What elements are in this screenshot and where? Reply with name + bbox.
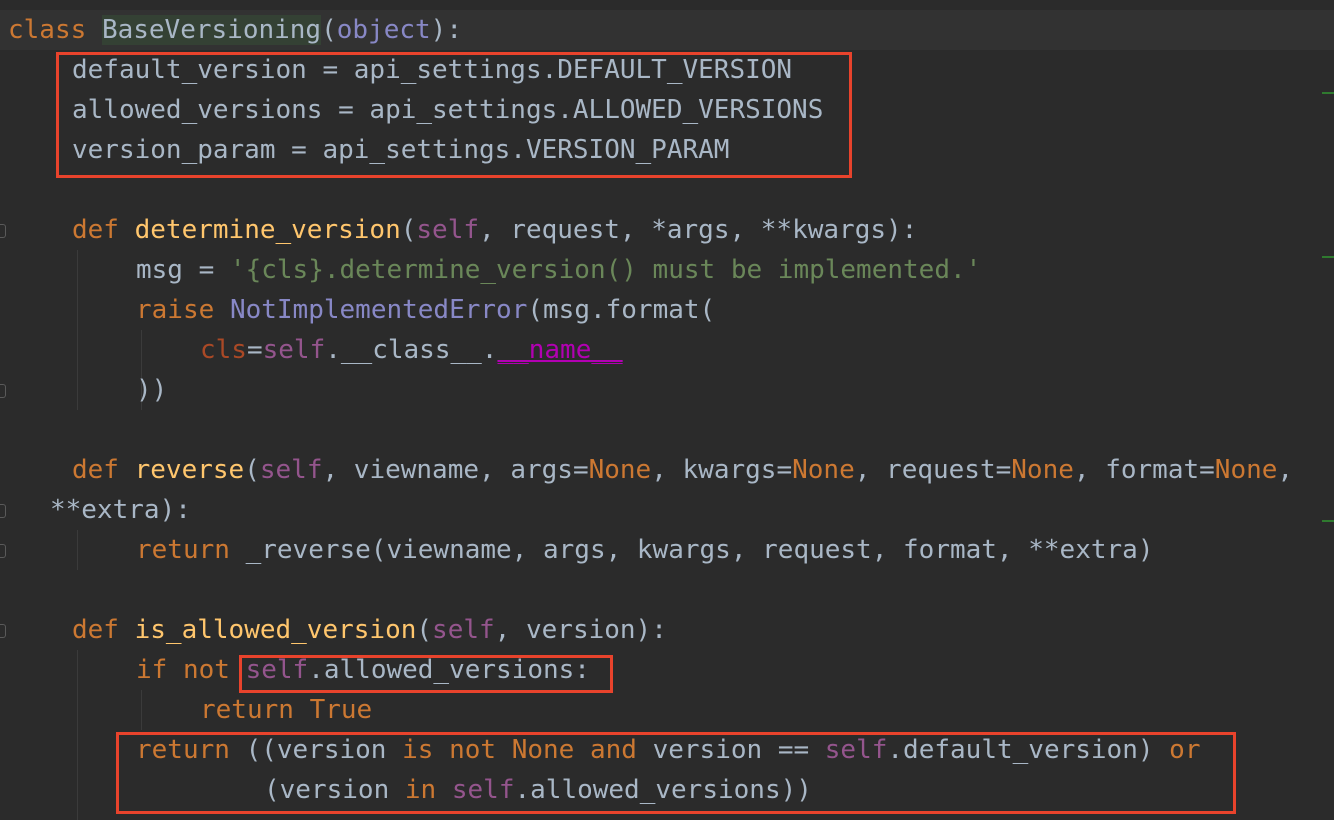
indent-guide — [77, 250, 78, 410]
function-name: is_allowed_version — [134, 615, 417, 645]
code-text: version == — [636, 735, 825, 765]
code-line: msg = '{cls}.determine_version() must be… — [136, 250, 981, 290]
code-line: allowed_versions = api_settings.ALLOWED_… — [72, 90, 823, 130]
attribute-allowed-versions: allowed_versions = api_settings.ALLOWED_… — [72, 95, 824, 125]
fold-marker-icon[interactable] — [0, 624, 6, 638]
code-text: _reverse(viewname, args, kwargs, request… — [229, 535, 1154, 565]
code-text: , — [1277, 455, 1294, 485]
fold-marker-icon[interactable] — [0, 504, 6, 518]
keyword: None — [511, 735, 575, 765]
code-line: return _reverse(viewname, args, kwargs, … — [136, 530, 1153, 570]
code-text: (msg.format( — [527, 295, 716, 325]
change-marker[interactable] — [1322, 92, 1334, 94]
keyword: return — [200, 695, 294, 725]
code-text: , format= — [1073, 455, 1215, 485]
code-text: .default_version) — [887, 735, 1170, 765]
code-line: if not self.allowed_versions: — [136, 650, 590, 690]
fold-marker-icon[interactable] — [0, 544, 6, 558]
code-editor[interactable]: class BaseVersioning(object): default_ve… — [0, 0, 1334, 820]
keyword: def — [72, 455, 119, 485]
keyword: True — [309, 695, 373, 725]
keyword: if not — [136, 655, 230, 685]
keyword: def — [72, 615, 119, 645]
builtin-class: NotImplementedError — [229, 295, 528, 325]
keyword: return — [136, 735, 230, 765]
code-line: )) — [136, 370, 167, 410]
code-line: return True — [200, 690, 372, 730]
keyword: and — [589, 735, 637, 765]
code-text: , version): — [494, 615, 667, 645]
code-line: (version in self.allowed_versions)) — [264, 770, 812, 810]
keyword: or — [1169, 735, 1201, 765]
keyword: return — [136, 535, 230, 565]
keyword: is not — [402, 735, 497, 765]
keyword: def — [72, 215, 119, 245]
attribute-default-version: default_version = api_settings.DEFAULT_V… — [72, 55, 793, 85]
code-line: def is_allowed_version(self, version): — [72, 615, 667, 645]
code-text: .allowed_versions: — [308, 655, 590, 685]
change-marker[interactable] — [1322, 520, 1334, 522]
code-text: ((version — [229, 735, 403, 765]
code-text: .__class__. — [325, 335, 498, 365]
code-text: = — [246, 335, 263, 365]
code-text: msg = — [136, 255, 230, 285]
self-keyword: self — [451, 775, 515, 805]
code-line: def determine_version(self, request, *ar… — [72, 215, 918, 245]
function-name: reverse — [134, 455, 245, 485]
attribute-version-param: version_param = api_settings.VERSION_PAR… — [72, 135, 730, 165]
keyword: None — [1011, 455, 1074, 485]
keyword: None — [792, 455, 855, 485]
indent-guide — [77, 530, 78, 570]
change-marker[interactable] — [1322, 256, 1334, 258]
string-literal: '{cls}.determine_version() must be imple… — [229, 255, 982, 285]
builtin-class: object — [336, 15, 431, 45]
code-line: def reverse(self, viewname, args=None, k… — [72, 455, 1294, 485]
indent-guide — [141, 690, 142, 730]
fold-marker-icon[interactable] — [0, 224, 6, 238]
self-keyword: self — [262, 335, 326, 365]
indent-guide — [77, 650, 78, 820]
code-line: default_version = api_settings.DEFAULT_V… — [72, 50, 792, 90]
code-text: )) — [136, 375, 168, 405]
self-keyword: self — [432, 615, 495, 645]
keyword: raise — [136, 295, 215, 325]
keyword: class — [8, 15, 87, 45]
code-text: **extra): — [50, 495, 191, 525]
magic-attribute: __name__ — [497, 335, 623, 365]
code-text: .allowed_versions)) — [514, 775, 812, 805]
self-keyword: self — [259, 455, 323, 485]
param-name: cls — [200, 335, 247, 365]
code-line: return ((version is not None and version… — [136, 730, 1200, 770]
keyword: None — [588, 455, 652, 485]
fold-marker-icon[interactable] — [0, 384, 6, 398]
code-text: , request= — [854, 455, 1012, 485]
class-name: BaseVersioning — [101, 15, 322, 45]
code-line: cls=self.__class__.__name__ — [200, 330, 623, 370]
self-keyword: self — [245, 655, 309, 685]
keyword: None — [1214, 455, 1278, 485]
keyword: in — [404, 775, 437, 805]
self-keyword: self — [824, 735, 888, 765]
code-text: (version — [264, 775, 405, 805]
self-keyword: self — [416, 215, 480, 245]
code-line: class BaseVersioning(object): — [0, 10, 1334, 50]
code-text: , viewname, args= — [322, 455, 589, 485]
code-line: **extra): — [50, 490, 191, 530]
code-text: , request, *args, **kwargs): — [479, 215, 918, 245]
code-line: version_param = api_settings.VERSION_PAR… — [72, 130, 729, 170]
function-name: determine_version — [134, 215, 401, 245]
code-text: , kwargs= — [651, 455, 793, 485]
code-line: raise NotImplementedError(msg.format( — [136, 290, 715, 330]
